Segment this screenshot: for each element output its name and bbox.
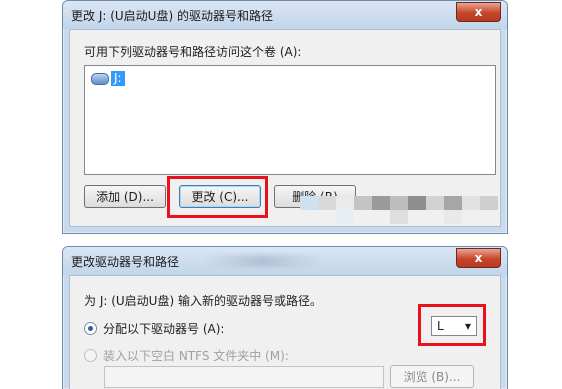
folder-path-input[interactable]: [104, 366, 384, 388]
dialog-title: 更改 J: (U启动U盘) 的驱动器号和路径: [71, 9, 273, 23]
mount-folder-radio[interactable]: [84, 349, 97, 362]
assign-letter-radio[interactable]: [84, 322, 97, 335]
close-icon: x: [474, 5, 483, 19]
mount-folder-label: 装入以下空白 NTFS 文件夹中 (M):: [103, 349, 289, 363]
list-item[interactable]: J:: [91, 71, 125, 86]
title-bar[interactable]: 更改驱动器号和路径 x: [63, 247, 507, 275]
close-button[interactable]: x: [456, 2, 501, 22]
title-bar[interactable]: 更改 J: (U启动U盘) 的驱动器号和路径 x: [63, 1, 507, 29]
prompt-text: 为 J: (U启动U盘) 输入新的驱动器号或路径。: [84, 294, 322, 308]
highlight-drive-letter-select: [418, 304, 486, 346]
mount-folder-option[interactable]: 装入以下空白 NTFS 文件夹中 (M):: [84, 347, 289, 364]
volume-item-label: J:: [111, 71, 125, 86]
blurred-title-text: [203, 255, 323, 267]
close-icon: x: [474, 251, 483, 265]
dialog-title: 更改驱动器号和路径: [71, 255, 180, 269]
volume-list-label: 可用下列驱动器号和路径访问这个卷 (A):: [84, 45, 302, 59]
browse-button[interactable]: 浏览 (B)...: [390, 365, 474, 388]
add-button[interactable]: 添加 (D)...: [84, 185, 166, 208]
volume-path-list[interactable]: J:: [84, 65, 496, 175]
drive-icon: [91, 72, 109, 85]
assign-letter-option[interactable]: 分配以下驱动器号 (A):: [84, 320, 224, 337]
mosaic-overlay: [300, 188, 510, 224]
assign-letter-label: 分配以下驱动器号 (A):: [103, 322, 225, 336]
highlight-change-button: [167, 176, 268, 218]
close-button[interactable]: x: [456, 248, 501, 268]
